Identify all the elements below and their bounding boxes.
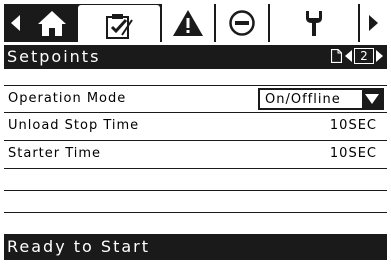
tab-home[interactable] (28, 4, 76, 42)
warning-triangle-icon (173, 10, 203, 36)
page-next-icon[interactable] (376, 50, 383, 62)
dropdown-button[interactable] (362, 90, 382, 108)
page-prev-icon[interactable] (345, 50, 352, 62)
tab-next[interactable] (360, 4, 387, 42)
tab-service[interactable] (270, 4, 358, 42)
status-bar: Ready to Start (4, 234, 387, 260)
operation-mode-dropdown[interactable]: On/Offline (258, 88, 384, 110)
row-value: 10SEC (329, 146, 377, 161)
controller-screen: Setpoints 2 Operation Mode On/Offline Un… (0, 0, 391, 264)
row-operation-mode[interactable]: Operation Mode On/Offline (4, 85, 387, 113)
row-starter-time[interactable]: Starter Time 10SEC (4, 141, 387, 169)
tab-bar (4, 4, 387, 45)
setpoint-list: Operation Mode On/Offline Unload Stop Ti… (4, 85, 387, 213)
tab-stop[interactable] (216, 4, 268, 42)
chevron-down-icon (365, 94, 379, 104)
clipboard-check-icon (106, 14, 133, 39)
row-value: 10SEC (329, 118, 377, 133)
title-bar: Setpoints 2 (4, 45, 387, 69)
document-icon (331, 49, 342, 63)
tab-prev[interactable] (4, 4, 28, 42)
wrench-icon (306, 11, 322, 36)
home-icon (38, 11, 66, 36)
status-text: Ready to Start (7, 237, 150, 256)
row-label: Operation Mode (8, 91, 127, 106)
stop-circle-icon (229, 10, 255, 36)
tab-alarms[interactable] (162, 4, 214, 42)
tab-setpoints[interactable] (78, 5, 160, 45)
page-number: 2 (354, 48, 374, 64)
row-empty (4, 191, 387, 213)
chevron-right-icon (368, 15, 378, 31)
page-indicator: 2 (331, 48, 387, 66)
page-title: Setpoints (7, 47, 101, 66)
row-label: Unload Stop Time (8, 118, 140, 133)
chevron-left-icon (11, 15, 20, 31)
row-empty (4, 169, 387, 191)
row-unload-stop-time[interactable]: Unload Stop Time 10SEC (4, 113, 387, 141)
dropdown-value: On/Offline (265, 91, 341, 107)
row-label: Starter Time (8, 146, 102, 161)
